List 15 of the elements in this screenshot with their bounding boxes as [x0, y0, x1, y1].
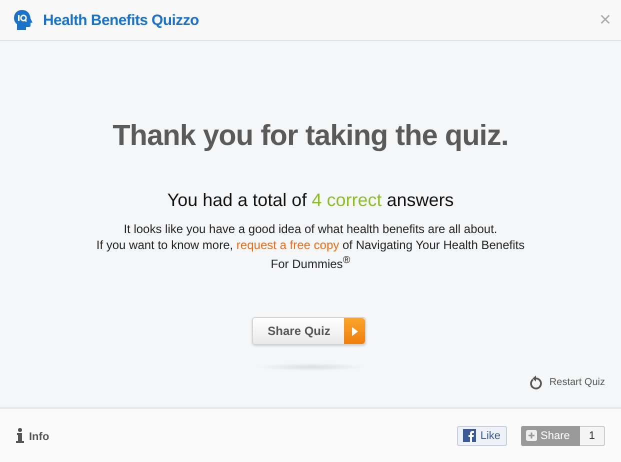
score-text: You had a total of 4 correct answers [167, 190, 454, 211]
facebook-icon [463, 429, 476, 442]
head-logo-icon [12, 9, 34, 31]
restart-icon [529, 375, 544, 390]
play-icon [352, 326, 358, 336]
message-text: It looks like you have a good idea of what health benefits are all about. If you want to know more, request a free copy of Navigating Your Health Benefits For Dummies$^{®}$ [96, 221, 525, 272]
share-quiz-button[interactable]: Share Quiz [252, 317, 366, 345]
like-button[interactable]: Like [457, 426, 507, 446]
plus-icon [526, 430, 537, 441]
window-title: Health Benefits Quizzo [43, 12, 200, 28]
restart-quiz-button[interactable]: Restart Quiz [529, 375, 605, 390]
share-count: 1 [580, 426, 605, 446]
heading: Thank you for taking the quiz. [112, 120, 508, 153]
info-icon [16, 428, 24, 443]
info-button[interactable]: Info [16, 428, 452, 443]
